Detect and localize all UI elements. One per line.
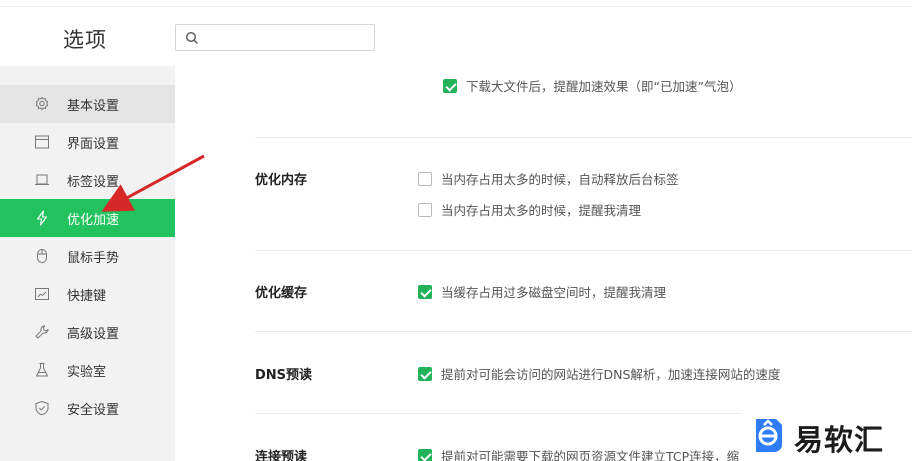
watermark-text: 易软汇 [794,423,885,457]
checkbox-unchecked[interactable] [418,171,432,186]
option-label: 当内存占用太多的时候，提醒我清理 [441,203,642,218]
page-title: 选项 [63,28,107,52]
section-title-preconnect: 连接预读 [255,450,308,461]
sidebar-item-label: 优化加速 [67,213,120,228]
section-title-memory: 优化内存 [255,173,308,188]
sidebar-item-interface[interactable]: 界面设置 [0,123,175,161]
lightning-icon [36,210,48,226]
sidebar-item-label: 实验室 [67,365,107,380]
gear-icon [35,96,49,111]
option-download-accel-bubble[interactable]: 下载大文件后，提醒加速效果（即“已加速”气泡） [443,76,741,95]
sidebar-item-basic[interactable]: 基本设置 [0,85,175,123]
section-title-cache: 优化缓存 [255,286,308,301]
sidebar: 基本设置 界面设置 标签设置 优化加速 鼠标手势 快捷键 高级设置 实验室 安全… [0,66,175,461]
search-box[interactable] [175,24,375,51]
sidebar-item-mouse[interactable]: 鼠标手势 [0,237,175,275]
option-label: 当缓存占用过多磁盘空间时，提醒我清理 [441,285,667,300]
checkbox-checked[interactable] [418,448,432,461]
option-auto-release-tabs[interactable]: 当内存占用太多的时候，自动释放后台标签 [418,169,679,188]
option-label: 提前对可能会访问的网站进行DNS解析，加速连接网站的速度 [441,367,781,382]
watermark-logo-icon [756,419,782,452]
tab-icon [35,174,49,185]
option-remind-clean-memory[interactable]: 当内存占用太多的时候，提醒我清理 [418,200,641,219]
sidebar-item-tabs[interactable]: 标签设置 [0,161,175,199]
top-divider [0,6,912,7]
sidebar-item-label: 标签设置 [67,175,120,190]
option-label: 下载大文件后，提醒加速效果（即“已加速”气泡） [466,79,742,94]
sidebar-item-label: 高级设置 [67,327,120,342]
flask-icon [36,363,48,377]
section-divider [255,250,912,251]
checkbox-checked[interactable] [418,284,432,299]
sidebar-item-security[interactable]: 安全设置 [0,389,175,427]
watermark: 易软汇 [742,408,912,461]
option-label: 当内存占用太多的时候，自动释放后台标签 [441,172,679,187]
sidebar-item-advanced[interactable]: 高级设置 [0,313,175,351]
wrench-icon [35,325,49,339]
mouse-icon [37,249,47,263]
sidebar-item-shortcuts[interactable]: 快捷键 [0,275,175,313]
checkbox-unchecked[interactable] [418,202,432,217]
checkbox-checked[interactable] [418,366,432,381]
option-tcp-preconnect[interactable]: 提前对可能需要下载的网页资源文件建立TCP连接，缩 [418,446,739,461]
sidebar-item-label: 基本设置 [67,99,120,114]
option-remind-clean-cache[interactable]: 当缓存占用过多磁盘空间时，提醒我清理 [418,282,666,301]
section-divider [255,137,912,138]
section-divider [255,331,912,332]
sidebar-item-label: 界面设置 [67,137,120,152]
shield-icon [35,400,49,416]
option-label: 提前对可能需要下载的网页资源文件建立TCP连接，缩 [441,449,740,461]
sidebar-item-optimize[interactable]: 优化加速 [0,199,175,237]
option-dns-prefetch[interactable]: 提前对可能会访问的网站进行DNS解析，加速连接网站的速度 [418,364,780,383]
search-icon [185,31,198,44]
search-input[interactable] [204,27,369,48]
sidebar-item-label: 安全设置 [67,403,120,418]
window-icon [35,135,49,149]
section-title-dns: DNS预读 [255,368,313,383]
sidebar-item-lab[interactable]: 实验室 [0,351,175,389]
keyboard-icon [35,288,49,300]
sidebar-item-label: 快捷键 [67,289,107,304]
sidebar-item-label: 鼠标手势 [67,251,120,266]
checkbox-checked[interactable] [443,78,457,93]
